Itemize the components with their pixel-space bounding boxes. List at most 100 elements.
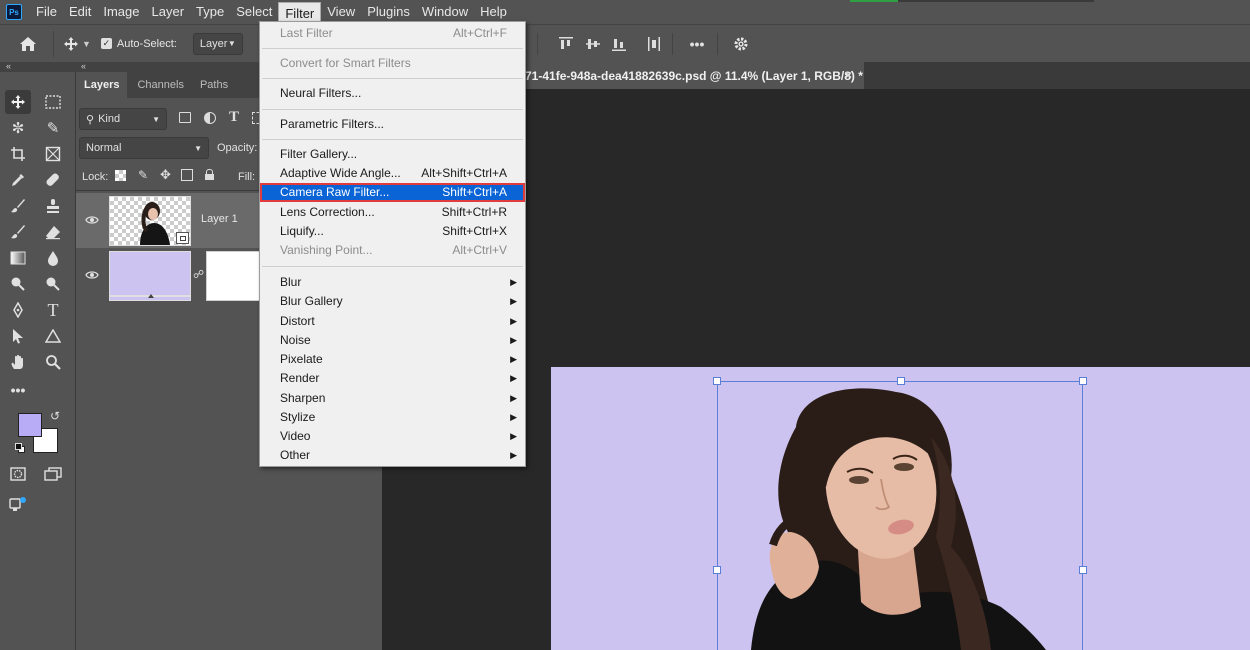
filter-adjustment-icon[interactable] bbox=[204, 112, 216, 124]
tab-paths[interactable]: Paths bbox=[192, 72, 236, 98]
eyedropper-tool-icon[interactable] bbox=[5, 168, 31, 192]
pen-tool-icon[interactable] bbox=[40, 272, 66, 296]
lock-transparent-icon[interactable] bbox=[115, 170, 126, 181]
menu-layer[interactable]: Layer bbox=[146, 0, 191, 24]
move-tool-preset-icon[interactable] bbox=[60, 36, 82, 52]
close-icon[interactable]: × bbox=[845, 68, 852, 82]
layer-kind-filter[interactable]: ⚲ Kind ▼ bbox=[79, 108, 167, 130]
align-top-icon[interactable] bbox=[557, 35, 575, 53]
menu-item-other[interactable]: Other ▶ bbox=[260, 446, 525, 465]
menu-item-label: Sharpen bbox=[280, 391, 326, 405]
edit-toolbar-icon[interactable]: ••• bbox=[5, 378, 31, 402]
foreground-color-swatch[interactable] bbox=[18, 413, 42, 437]
menu-item-render[interactable]: Render ▶ bbox=[260, 369, 525, 388]
move-tool-icon[interactable] bbox=[5, 90, 31, 114]
gear-icon[interactable] bbox=[731, 34, 751, 54]
layer-mask-thumbnail[interactable] bbox=[206, 251, 266, 301]
menu-item-last-filter[interactable]: Last Filter Alt+Ctrl+F bbox=[260, 24, 525, 43]
healing-brush-tool-icon[interactable] bbox=[40, 168, 66, 192]
align-bottom-icon[interactable] bbox=[610, 35, 628, 53]
object-selection-tool-icon[interactable]: ✼ bbox=[5, 116, 31, 140]
layer-name[interactable]: Layer 1 bbox=[201, 213, 238, 225]
eye-icon[interactable] bbox=[85, 214, 99, 228]
collapse-toolbar-icon[interactable]: « bbox=[6, 62, 11, 71]
menu-item-stylize[interactable]: Stylize ▶ bbox=[260, 408, 525, 427]
blend-mode-select[interactable]: Normal ▼ bbox=[79, 137, 209, 159]
transform-handle-top-right[interactable] bbox=[1079, 377, 1087, 385]
quick-selection-tool-icon[interactable]: ✎ bbox=[40, 116, 66, 140]
zoom-tool-icon[interactable] bbox=[40, 350, 66, 374]
eye-icon[interactable] bbox=[85, 269, 99, 283]
filter-type-icon[interactable]: T bbox=[229, 109, 239, 126]
quick-mask-icon[interactable] bbox=[5, 462, 31, 486]
menu-item-liquify[interactable]: Liquify... Shift+Ctrl+X bbox=[260, 222, 525, 241]
filter-pixel-icon[interactable] bbox=[179, 112, 191, 123]
chain-link-icon[interactable]: ☍ bbox=[193, 268, 204, 281]
menu-item-lens-correction[interactable]: Lens Correction... Shift+Ctrl+R bbox=[260, 203, 525, 222]
menu-type[interactable]: Type bbox=[190, 0, 230, 24]
menu-item-distort[interactable]: Distort ▶ bbox=[260, 312, 525, 331]
lock-image-icon[interactable]: ✎ bbox=[138, 168, 148, 182]
menu-item-neural-filters[interactable]: Neural Filters... bbox=[260, 84, 525, 103]
menu-item-video[interactable]: Video ▶ bbox=[260, 427, 525, 446]
menu-file[interactable]: File bbox=[30, 0, 63, 24]
menu-item-filter-gallery[interactable]: Filter Gallery... bbox=[260, 145, 525, 164]
marquee-tool-icon[interactable] bbox=[40, 90, 66, 114]
menu-item-pixelate[interactable]: Pixelate ▶ bbox=[260, 350, 525, 369]
menu-item-adaptive-wide-angle[interactable]: Adaptive Wide Angle... Alt+Shift+Ctrl+A bbox=[260, 164, 525, 183]
transform-bounding-box[interactable] bbox=[717, 381, 1083, 650]
menu-item-camera-raw-filter[interactable]: Camera Raw Filter... Shift+Ctrl+A bbox=[260, 183, 525, 202]
menu-item-label: Blur Gallery bbox=[280, 294, 343, 308]
more-options-icon[interactable]: ••• bbox=[686, 35, 708, 53]
dodge-tool-icon[interactable] bbox=[5, 272, 31, 296]
menu-separator bbox=[262, 139, 523, 140]
pen-tool-2-icon[interactable] bbox=[5, 298, 31, 322]
type-tool-icon[interactable]: T bbox=[40, 298, 66, 322]
transform-handle-middle-left[interactable] bbox=[713, 566, 721, 574]
swap-colors-icon[interactable]: ↺ bbox=[50, 409, 60, 423]
menu-item-noise[interactable]: Noise ▶ bbox=[260, 331, 525, 350]
menu-item-sharpen[interactable]: Sharpen ▶ bbox=[260, 389, 525, 408]
align-vertical-center-icon[interactable] bbox=[584, 35, 602, 53]
distribute-icon[interactable] bbox=[645, 35, 663, 53]
tab-layers[interactable]: Layers bbox=[76, 72, 128, 98]
chevron-down-icon[interactable]: ▼ bbox=[82, 39, 91, 49]
tab-channels[interactable]: Channels bbox=[127, 72, 191, 98]
lock-position-icon[interactable]: ✥ bbox=[160, 167, 171, 183]
transform-handle-top-left[interactable] bbox=[713, 377, 721, 385]
crop-tool-icon[interactable] bbox=[5, 142, 31, 166]
transform-handle-top-center[interactable] bbox=[897, 377, 905, 385]
chevron-down-icon: ▼ bbox=[152, 114, 160, 124]
blur-tool-icon[interactable] bbox=[40, 246, 66, 270]
gradient-tool-icon[interactable] bbox=[5, 246, 31, 270]
menu-item-vanishing-point[interactable]: Vanishing Point... Alt+Ctrl+V bbox=[260, 241, 525, 260]
brush-tool-icon[interactable] bbox=[5, 194, 31, 218]
path-selection-tool-icon[interactable] bbox=[5, 324, 31, 348]
history-brush-tool-icon[interactable] bbox=[5, 220, 31, 244]
lock-all-icon[interactable] bbox=[205, 169, 214, 180]
auto-select-checkbox[interactable]: ✓ bbox=[100, 38, 112, 49]
lock-label: Lock: bbox=[82, 171, 109, 183]
menu-image[interactable]: Image bbox=[97, 0, 145, 24]
shape-tool-icon[interactable] bbox=[40, 324, 66, 348]
menu-edit[interactable]: Edit bbox=[63, 0, 97, 24]
share-icon[interactable] bbox=[5, 492, 31, 516]
eraser-tool-icon[interactable] bbox=[40, 220, 66, 244]
screen-mode-icon[interactable] bbox=[40, 462, 66, 486]
clone-stamp-tool-icon[interactable] bbox=[40, 194, 66, 218]
menu-item-parametric-filters[interactable]: Parametric Filters... bbox=[260, 115, 525, 134]
home-icon[interactable] bbox=[9, 36, 47, 52]
frame-tool-icon[interactable] bbox=[40, 142, 66, 166]
transform-handle-middle-right[interactable] bbox=[1079, 566, 1087, 574]
collapse-panels-icon[interactable]: « bbox=[81, 62, 86, 71]
menu-item-convert-for-smart-filters[interactable]: Convert for Smart Filters bbox=[260, 54, 525, 73]
menu-item-blur[interactable]: Blur ▶ bbox=[260, 273, 525, 292]
options-bar: ▼ ✓ Auto-Select: Layer ▼ ••• bbox=[0, 24, 1250, 62]
menu-separator bbox=[262, 109, 523, 110]
hand-tool-icon[interactable] bbox=[5, 350, 31, 374]
lock-artboard-icon[interactable] bbox=[181, 169, 193, 181]
canvas[interactable] bbox=[551, 367, 1250, 650]
menu-item-blur-gallery[interactable]: Blur Gallery ▶ bbox=[260, 292, 525, 311]
auto-select-target-select[interactable]: Layer ▼ bbox=[192, 32, 243, 55]
default-colors-icon[interactable] bbox=[15, 443, 25, 453]
